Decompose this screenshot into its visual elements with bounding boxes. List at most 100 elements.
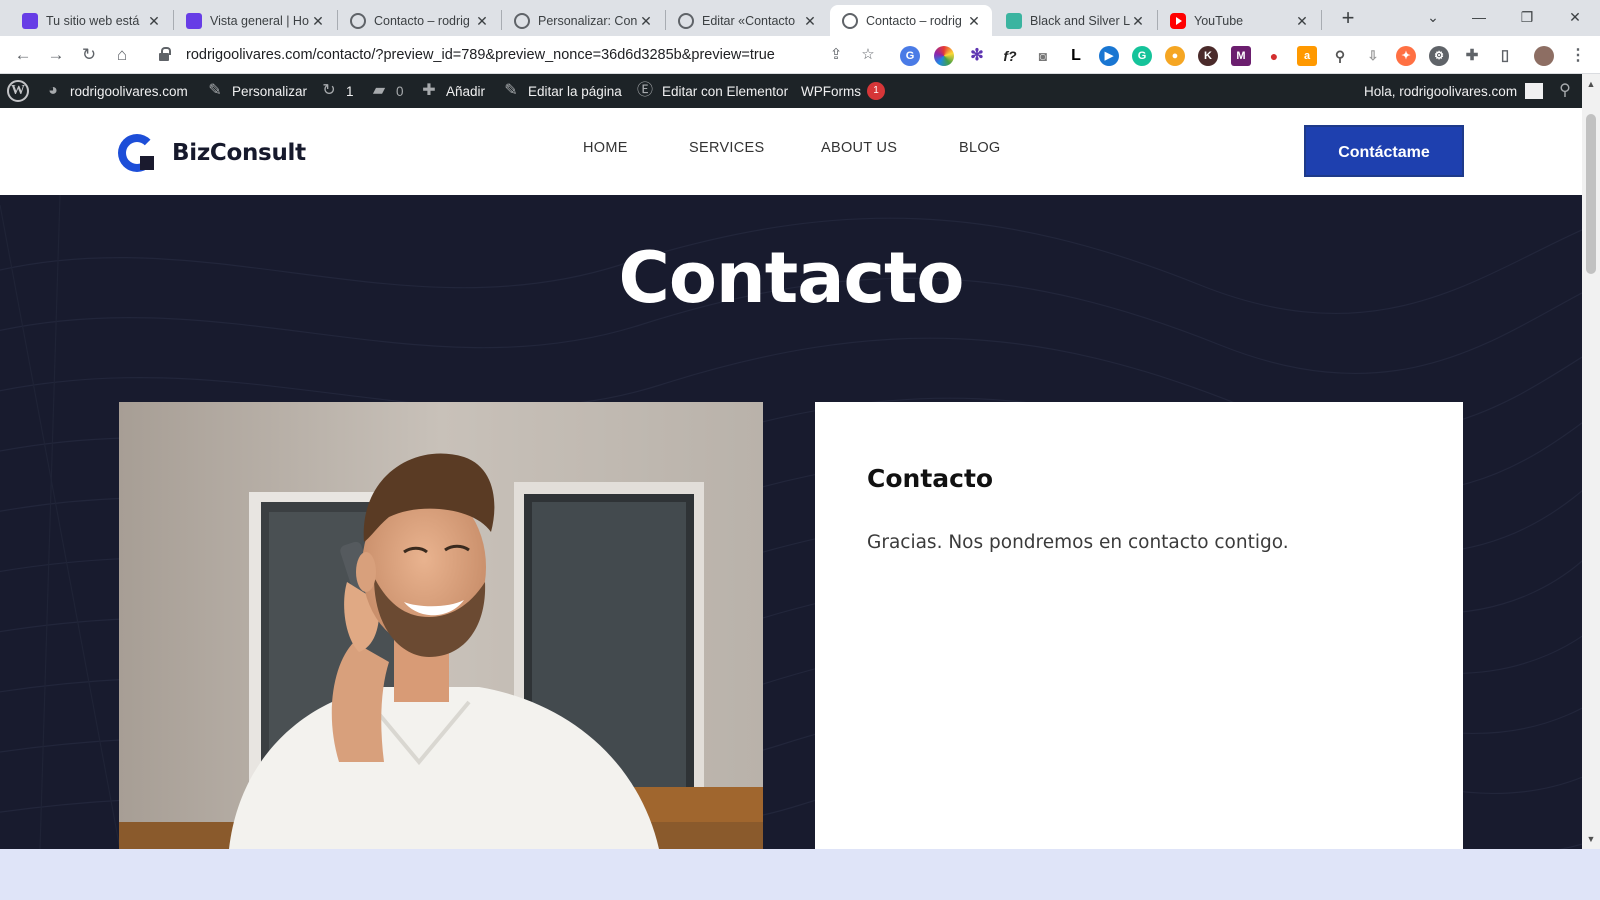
close-window-button[interactable]: ✕ [1552,4,1598,30]
gear-extension-icon[interactable]: ⚙ [1429,46,1449,66]
translate-extension-icon[interactable]: G [900,46,920,66]
menu-kebab-icon[interactable]: ⋮ [1568,46,1588,66]
nav-home[interactable]: HOME [583,140,628,156]
puzzle-extensions-icon[interactable]: ✚ [1462,46,1482,66]
browser-tab[interactable]: Vista general | Ho ✕ [174,5,336,36]
browser-tab[interactable]: Personalizar: Con ✕ [502,5,664,36]
nav-blog[interactable]: BLOG [959,140,1001,156]
wordpress-logo-icon[interactable]: W [7,74,29,108]
adminbar-site-link[interactable]: ◕ rodrigoolivares.com [44,74,188,108]
adminbar-comments-count: 0 [396,83,404,99]
lock-icon[interactable] [158,47,174,63]
contact-form-card: Contacto Gracias. Nos pondremos en conta… [815,402,1463,849]
forward-icon[interactable]: → [43,42,69,68]
font-extension-icon[interactable]: f? [1000,46,1020,66]
asterisk-extension-icon[interactable]: ✻ [967,46,987,66]
browser-tab[interactable]: Tu sitio web está ✕ [10,5,172,36]
bookmark-star-icon[interactable]: ☆ [858,45,878,65]
wp-admin-bar: W ◕ rodrigoolivares.com ✎ Personalizar ↻… [0,74,1582,108]
address-bar[interactable]: rodrigoolivares.com/contacto/?preview_id… [148,40,888,70]
p-icon [1006,12,1022,29]
browser-tab[interactable]: Contacto – rodrig ✕ [338,5,500,36]
adminbar-customize[interactable]: ✎ Personalizar [206,74,307,108]
close-icon[interactable]: ✕ [966,13,982,29]
close-icon[interactable]: ✕ [310,13,326,29]
cherry-extension-icon[interactable]: ● [1264,46,1284,66]
url-text[interactable]: rodrigoolivares.com/contacto/?preview_id… [186,47,775,63]
tab-title: Tu sitio web está [46,13,140,28]
hostinger-icon [186,12,202,29]
updates-icon: ↻ [322,82,336,99]
site-header: BizConsult HOME SERVICES ABOUT US BLOG C… [0,108,1582,195]
fire-extension-icon[interactable]: ✦ [1396,46,1416,66]
restore-button[interactable]: ❐ [1504,4,1550,30]
wordpress-icon: W [7,80,29,102]
adminbar-updates[interactable]: ↻ 1 [320,74,353,108]
brush-icon: ✎ [208,82,222,99]
profile-avatar[interactable] [1534,46,1554,66]
tab-title: Editar «Contacto [702,13,796,28]
dashboard-icon: ◕ [48,82,58,99]
close-icon[interactable]: ✕ [1294,13,1310,29]
minimize-button[interactable]: — [1456,4,1502,30]
adminbar-comments[interactable]: ▰ 0 [370,74,404,108]
amazon-extension-icon[interactable]: a [1297,46,1317,66]
browser-tab[interactable]: Black and Silver L ✕ [994,5,1156,36]
adminbar-new[interactable]: ✚ Añadir [420,74,485,108]
browser-toolbar: ← → ↻ ⌂ rodrigoolivares.com/contacto/?pr… [0,36,1600,74]
robot-extension-icon[interactable]: ● [1165,46,1185,66]
form-confirmation-message: Gracias. Nos pondremos en contacto conti… [867,532,1289,553]
close-icon[interactable]: ✕ [146,13,162,29]
reload-icon[interactable]: ↻ [76,42,102,68]
new-tab-button[interactable]: + [1334,5,1362,33]
back-icon[interactable]: ← [10,42,36,68]
brand-logo-icon [118,134,156,172]
adminbar-search[interactable]: ⚲ [1556,74,1574,108]
globe-icon [350,12,366,29]
elementor-icon: Ⓔ [636,82,653,99]
browser-tab-strip: Tu sitio web está ✕ Vista general | Ho ✕… [0,0,1600,36]
tab-title: Contacto – rodrig [374,13,470,28]
zoom-extension-icon[interactable]: ⚲ [1330,46,1350,66]
close-icon[interactable]: ✕ [638,13,654,29]
page-scrollbar[interactable]: ▲ ▼ [1582,74,1600,849]
scroll-up-icon[interactable]: ▲ [1585,78,1597,90]
contact-hero-section: Contacto Contacto Gracias. Nos pondremos… [0,195,1582,849]
adminbar-new-label: Añadir [446,83,486,99]
m-extension-icon[interactable]: M [1231,46,1251,66]
home-icon[interactable]: ⌂ [109,42,135,68]
contact-cta-button[interactable]: Contáctame [1304,125,1464,177]
nav-services[interactable]: SERVICES [689,140,764,156]
browser-tab[interactable]: YouTube ✕ [1158,5,1320,36]
adminbar-edit-page[interactable]: ✎ Editar la página [502,74,622,108]
page-title: Contacto [618,237,964,319]
adminbar-wpforms[interactable]: WPForms 1 [801,74,885,108]
browser-tab-active[interactable]: Contacto – rodrig ✕ [830,5,992,36]
l-extension-icon[interactable]: L [1066,46,1086,66]
tab-title: Black and Silver L [1030,13,1130,28]
k-extension-icon[interactable]: K [1198,46,1218,66]
play-extension-icon[interactable]: ▶ [1099,46,1119,66]
adminbar-elementor-label: Editar con Elementor [662,83,789,99]
share-icon[interactable]: ⇪ [826,45,846,65]
notification-badge: 1 [867,82,885,100]
close-icon[interactable]: ✕ [474,13,490,29]
tab-title: Personalizar: Con [538,13,638,28]
search-icon: ⚲ [1559,82,1571,99]
adminbar-elementor[interactable]: Ⓔ Editar con Elementor [636,74,788,108]
scroll-down-icon[interactable]: ▼ [1585,833,1597,845]
nav-about-us[interactable]: ABOUT US [821,140,897,156]
close-icon[interactable]: ✕ [802,13,818,29]
grammarly-extension-icon[interactable]: G [1132,46,1152,66]
site-logo[interactable]: BizConsult [118,134,306,172]
side-panel-icon[interactable]: ▯ [1495,46,1515,66]
download-extension-icon[interactable]: ⇩ [1363,46,1383,66]
adminbar-account[interactable]: Hola, rodrigoolivares.com [1364,74,1544,108]
camera-extension-icon[interactable]: ◙ [1033,46,1053,66]
close-icon[interactable]: ✕ [1130,13,1146,29]
tab-search-icon[interactable]: ⌄ [1410,4,1456,30]
adminbar-site-label: rodrigoolivares.com [70,83,188,99]
color-extension-icon[interactable] [934,46,954,66]
scroll-thumb[interactable] [1586,114,1596,274]
browser-tab[interactable]: Editar «Contacto ✕ [666,5,828,36]
